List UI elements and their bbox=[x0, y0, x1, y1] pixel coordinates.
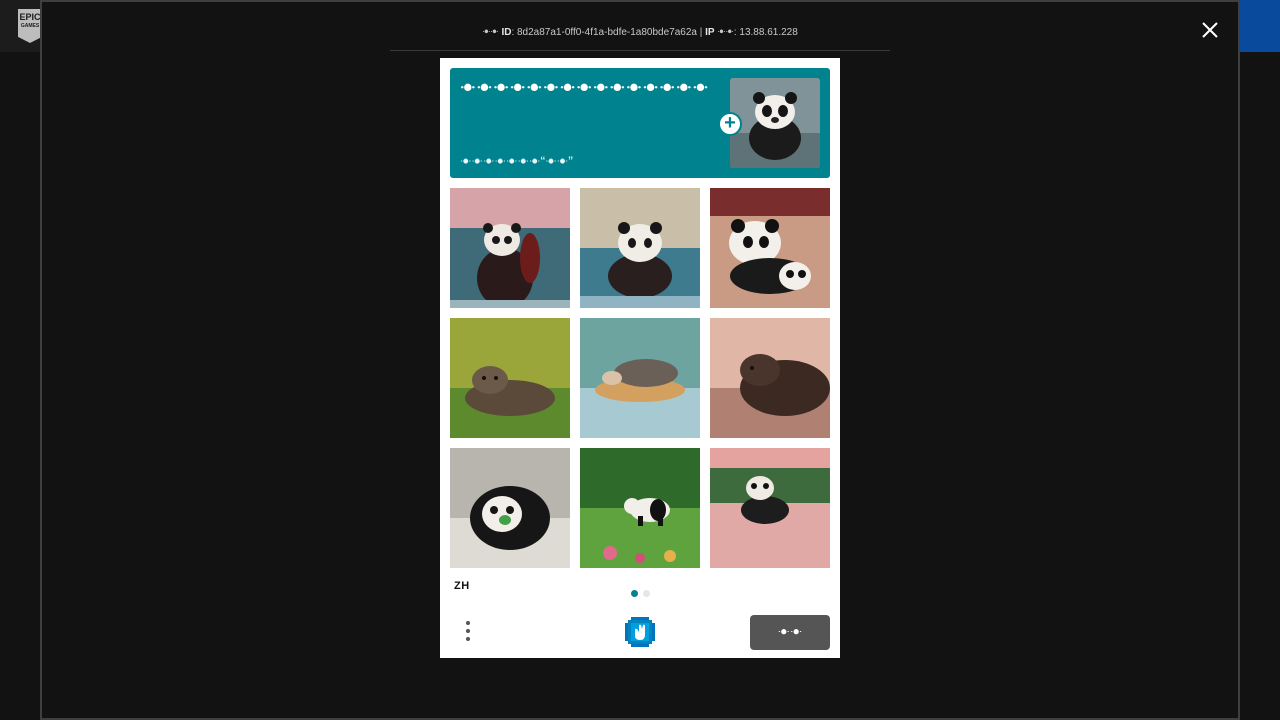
add-icon[interactable]: + bbox=[718, 112, 742, 136]
close-button[interactable] bbox=[1198, 18, 1222, 42]
logo-text: EPIC bbox=[19, 12, 41, 22]
prompt-box: ꔹꔹꔹꔹꔹꔹꔹꔹꔹꔹꔹꔹꔹꔹꔹ ꔹꔹꔹꔹꔹꔹꔹ“ꔹꔹ” + bbox=[450, 68, 830, 178]
prompt-subtitle: ꔹꔹꔹꔹꔹꔹꔹ“ꔹꔹ” bbox=[460, 153, 573, 169]
session-id-label: ID bbox=[501, 27, 512, 38]
epic-games-logo[interactable]: EPIC GAMES bbox=[18, 9, 42, 43]
captcha-tile-9[interactable] bbox=[710, 448, 830, 568]
more-options-icon[interactable] bbox=[458, 618, 478, 646]
captcha-widget: ꔹꔹꔹꔹꔹꔹꔹꔹꔹꔹꔹꔹꔹꔹꔹ ꔹꔹꔹꔹꔹꔹꔹ“ꔹꔹ” + ZH ꔹꔹ bbox=[440, 58, 840, 658]
session-id-prefix: ꔹꔹ bbox=[482, 27, 499, 38]
close-icon bbox=[1202, 22, 1218, 38]
session-ip-value: 13.88.61.228 bbox=[739, 27, 798, 38]
captcha-tile-4[interactable] bbox=[450, 318, 570, 438]
prompt-title: ꔹꔹꔹꔹꔹꔹꔹꔹꔹꔹꔹꔹꔹꔹꔹ bbox=[460, 78, 710, 99]
page-dot-active bbox=[631, 590, 638, 597]
captcha-tile-5[interactable] bbox=[580, 318, 700, 438]
language-selector[interactable]: ZH bbox=[454, 580, 470, 592]
session-id-value: 8d2a87a1-0ff0-4f1a-bdfe-1a80bde7a62a bbox=[517, 27, 697, 38]
captcha-tile-8[interactable] bbox=[580, 448, 700, 568]
hcaptcha-logo-icon bbox=[623, 615, 657, 649]
session-divider bbox=[390, 50, 890, 51]
captcha-tile-7[interactable] bbox=[450, 448, 570, 568]
session-ip-label: IP bbox=[705, 27, 715, 38]
top-bar-button[interactable] bbox=[1238, 0, 1280, 52]
next-button[interactable]: ꔹꔹ bbox=[750, 615, 830, 650]
captcha-tile-2[interactable] bbox=[580, 188, 700, 308]
captcha-tile-3[interactable] bbox=[710, 188, 830, 308]
example-image bbox=[730, 78, 820, 168]
logo-subtext: GAMES bbox=[20, 23, 40, 29]
page-dot bbox=[643, 590, 650, 597]
captcha-tile-6[interactable] bbox=[710, 318, 830, 438]
session-separator: | bbox=[699, 27, 703, 38]
captcha-modal: ꔹꔹ ID: 8d2a87a1-0ff0-4f1a-bdfe-1a80bde7a… bbox=[40, 0, 1240, 720]
session-info: ꔹꔹ ID: 8d2a87a1-0ff0-4f1a-bdfe-1a80bde7a… bbox=[482, 27, 798, 38]
session-ip-suffix: ꔹꔹ bbox=[717, 27, 734, 38]
captcha-tile-1[interactable] bbox=[450, 188, 570, 308]
